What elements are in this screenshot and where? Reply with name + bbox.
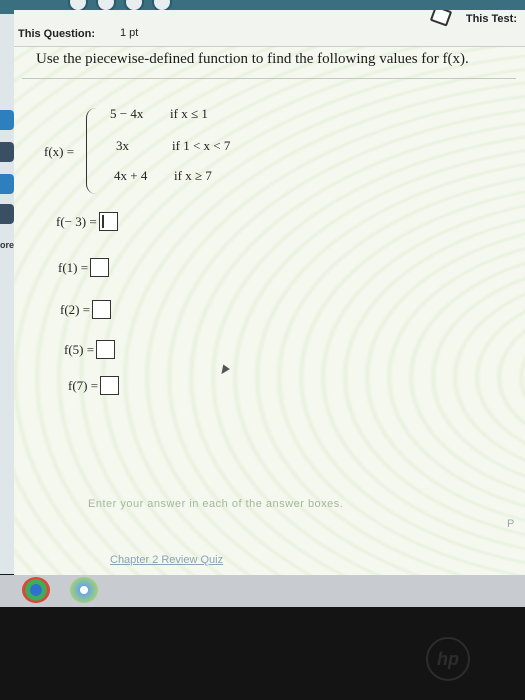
question-panel: This Question: 1 pt This Test: Use the p…	[14, 10, 525, 575]
question-label: This Question:	[18, 28, 95, 40]
hint-text: Enter your answer in each of the answer …	[88, 498, 344, 510]
side-button[interactable]: P	[507, 518, 525, 532]
chrome-icon[interactable]	[22, 577, 50, 603]
answer-row: f(− 3) =	[56, 212, 118, 231]
mouse-pointer-icon	[218, 364, 230, 377]
answer-label: f(5) =	[64, 341, 95, 357]
divider	[22, 78, 516, 79]
function-name: f(x) =	[44, 144, 75, 159]
hp-logo: hp	[426, 637, 470, 681]
answer-input[interactable]	[100, 376, 120, 395]
cursor-icon	[429, 10, 453, 27]
piece-expr: 5 − 4x	[110, 106, 144, 121]
piece-cond: if 1 < x < 7	[172, 138, 231, 153]
quiz-link[interactable]: Chapter 2 Review Quiz	[110, 554, 223, 566]
matrix-tool-icon[interactable]	[0, 204, 14, 224]
points-label: 1 pt	[120, 27, 139, 39]
answer-row: f(1) =	[58, 258, 110, 277]
answer-input[interactable]	[92, 300, 112, 319]
text-caret	[101, 215, 104, 228]
piece-cond: if x ≤ 1	[170, 106, 208, 121]
piece-expr: 4x + 4	[114, 168, 148, 183]
piece-expr: 3x	[116, 138, 129, 153]
answer-label: f(− 3) =	[56, 213, 97, 229]
tool-button[interactable]	[0, 142, 14, 162]
instruction-text: Use the piecewise-defined function to fi…	[36, 51, 469, 67]
tool-button[interactable]	[0, 110, 14, 130]
taskbar	[0, 575, 525, 607]
answer-label: f(7) =	[68, 377, 99, 393]
answer-input[interactable]	[90, 258, 110, 277]
answer-label: f(2) =	[60, 301, 91, 317]
answer-label: f(1) =	[58, 259, 89, 275]
answer-row: f(7) =	[68, 376, 120, 395]
answer-row: f(5) =	[64, 340, 116, 359]
test-label: This Test:	[465, 13, 517, 25]
answer-input[interactable]	[96, 340, 116, 359]
piece-cond: if x ≥ 7	[174, 168, 212, 183]
sqrt-tool-icon[interactable]	[0, 174, 14, 194]
question-header: This Question: 1 pt This Test:	[14, 10, 525, 47]
answer-row: f(2) =	[60, 300, 112, 319]
browser-icon[interactable]	[70, 577, 98, 603]
answer-input[interactable]	[98, 212, 118, 231]
more-label[interactable]: ore	[0, 240, 14, 250]
piecewise-brace	[86, 108, 97, 194]
